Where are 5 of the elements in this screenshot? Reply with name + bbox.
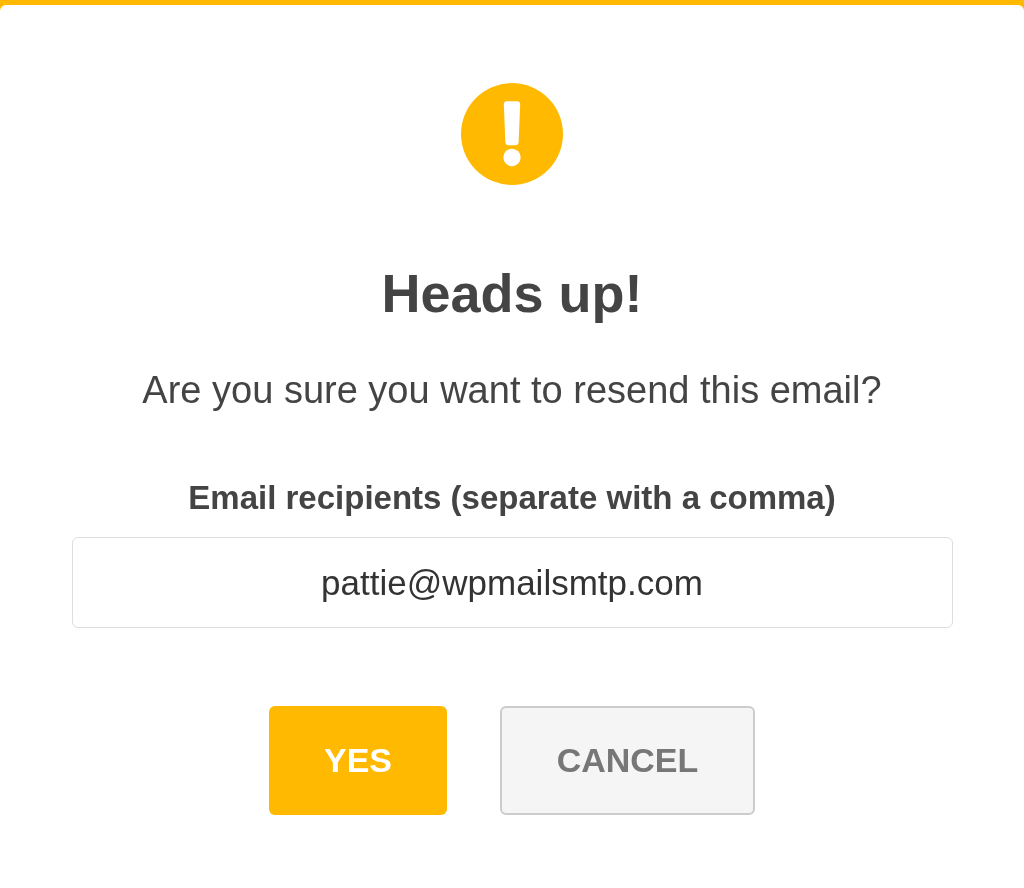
field-label: Email recipients (separate with a comma) (188, 481, 836, 514)
dialog-message: Are you sure you want to resend this email? (142, 371, 882, 409)
cancel-button[interactable]: CANCEL (500, 706, 755, 815)
recipients-input-field[interactable]: pattie@wpmailsmtp.com (71, 537, 953, 628)
warning-icon (461, 83, 563, 185)
